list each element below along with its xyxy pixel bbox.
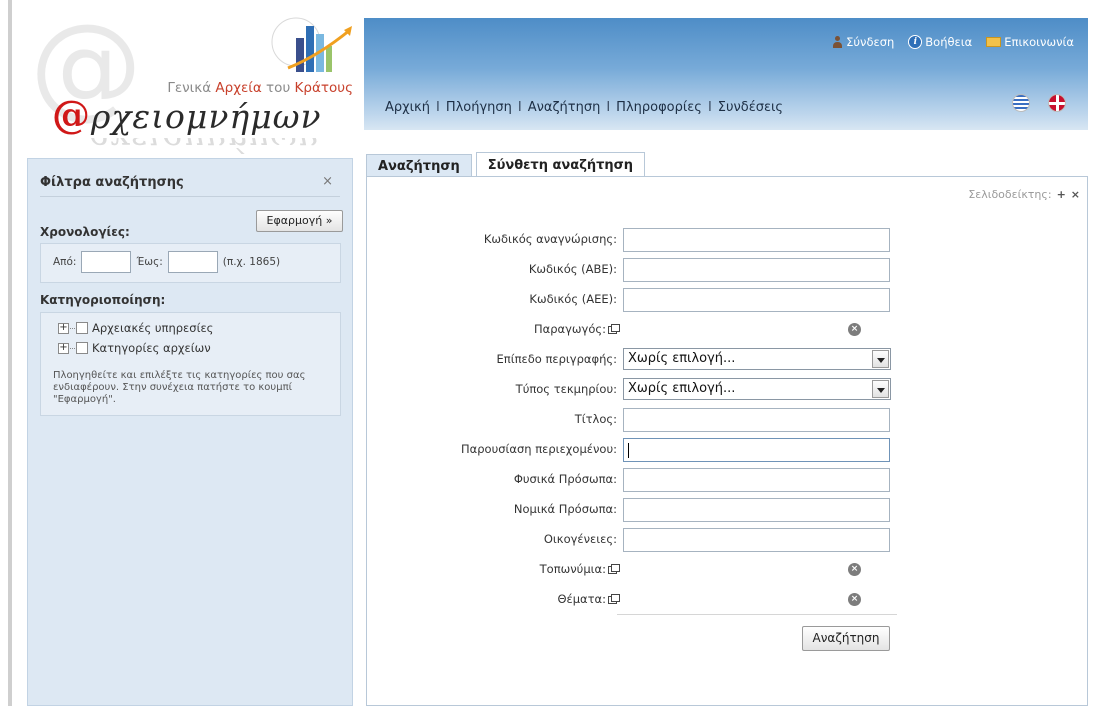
field-label: Επίπεδο περιγραφής: — [496, 352, 617, 366]
add-bookmark-icon[interactable]: + — [1057, 188, 1066, 201]
help-link[interactable]: i Βοήθεια — [908, 35, 972, 49]
clear-icon[interactable]: × — [848, 323, 861, 336]
field-label: Κωδικός (ΑΕΕ): — [529, 292, 617, 306]
to-label: Έως: — [136, 256, 163, 268]
code-aee-input[interactable] — [623, 288, 890, 312]
popup-picker-icon[interactable] — [608, 564, 620, 574]
tree-item-archive-categories[interactable]: + Κατηγορίες αρχείων — [58, 341, 211, 355]
field-label: Τίτλος: — [574, 412, 617, 426]
document-type-select[interactable]: Χωρίς επιλογή... — [623, 378, 891, 400]
legal-persons-input[interactable] — [623, 498, 890, 522]
field-label: Θέματα: — [367, 588, 620, 610]
nav-separator: I — [435, 100, 440, 115]
divider — [617, 614, 897, 615]
search-filters-panel: Φίλτρα αναζήτησης × Εφαρμογή » Χρονολογί… — [27, 158, 353, 706]
date-range: Από: Έως: (π.χ. 1865) — [53, 251, 280, 273]
clear-icon[interactable]: × — [848, 593, 861, 606]
code-abe-input[interactable] — [623, 258, 890, 282]
divider — [40, 196, 340, 197]
nav-browse[interactable]: Πλοήγηση — [446, 100, 512, 115]
content-presentation-input[interactable] — [623, 438, 890, 462]
brand-name: @ρχειομνήμων — [52, 92, 322, 137]
main-nav: Αρχική I Πλοήγηση I Αναζήτηση I Πληροφορ… — [385, 100, 783, 115]
nav-links[interactable]: Συνδέσεις — [718, 100, 783, 115]
families-input[interactable] — [623, 528, 890, 552]
popup-picker-icon[interactable] — [608, 594, 620, 604]
field-label: Κωδικός (ΑΒΕ): — [528, 262, 617, 276]
from-date-input[interactable] — [81, 251, 132, 273]
field-label: Κωδικός αναγνώρισης: — [483, 232, 617, 246]
mail-icon — [986, 37, 1002, 47]
expand-icon[interactable]: + — [58, 342, 69, 354]
search-tabs: Αναζήτηση Σύνθετη αναζήτηση — [366, 152, 646, 179]
dates-heading: Χρονολογίες: — [40, 225, 130, 239]
field-label: Παρουσίαση περιεχομένου: — [461, 442, 617, 456]
field-label: Οικογένειες: — [543, 532, 617, 546]
header-banner: Σύνδεση i Βοήθεια Επικοινωνία Αρχική I Π… — [364, 18, 1088, 130]
field-label: Τοπωνύμια: — [367, 558, 620, 580]
field-label: Νομικά Πρόσωπα: — [513, 502, 617, 516]
nav-search[interactable]: Αναζήτηση — [528, 100, 601, 115]
site-logo[interactable]: @ Γενικά Αρχεία του Κράτους @ρχειομνήμων… — [18, 6, 363, 156]
window-edge — [8, 0, 12, 706]
chevron-down-icon — [872, 350, 889, 368]
chevron-down-icon — [872, 380, 889, 398]
nav-home[interactable]: Αρχική — [385, 100, 430, 115]
close-icon[interactable]: × — [322, 174, 333, 189]
help-icon: i — [908, 35, 923, 49]
greek-flag-icon[interactable] — [1012, 94, 1030, 112]
login-link[interactable]: Σύνδεση — [832, 35, 894, 49]
categorization-box: + Αρχειακές υπηρεσίες + Κατηγορίες αρχεί… — [40, 312, 341, 416]
search-button[interactable]: Αναζήτηση — [802, 626, 890, 651]
field-label: Τύπος τεκμηρίου: — [515, 382, 617, 396]
tab-advanced-search[interactable]: Σύνθετη αναζήτηση — [475, 152, 646, 179]
dates-box: Από: Έως: (π.χ. 1865) — [40, 243, 341, 283]
uk-flag-icon[interactable] — [1048, 94, 1066, 112]
checkbox[interactable] — [76, 322, 88, 334]
title-input[interactable] — [623, 408, 890, 432]
filters-title: Φίλτρα αναζήτησης — [40, 175, 184, 190]
tree-label: Αρχειακές υπηρεσίες — [92, 321, 214, 335]
identifier-code-input[interactable] — [623, 228, 890, 252]
apply-button[interactable]: Εφαρμογή » — [256, 210, 343, 232]
popup-picker-icon[interactable] — [608, 324, 620, 334]
user-icon — [832, 36, 843, 48]
top-links: Σύνδεση i Βοήθεια Επικοινωνία — [832, 35, 1074, 49]
nav-separator: I — [606, 100, 611, 115]
description-level-select[interactable]: Χωρίς επιλογή... — [623, 348, 891, 370]
contact-link[interactable]: Επικοινωνία — [986, 35, 1074, 49]
from-label: Από: — [53, 256, 77, 268]
text-caret — [628, 443, 629, 458]
remove-bookmark-icon[interactable]: × — [1071, 188, 1080, 201]
field-label: Φυσικά Πρόσωπα: — [513, 472, 617, 486]
tree-item-archival-services[interactable]: + Αρχειακές υπηρεσίες — [58, 321, 213, 335]
field-label: Παραγωγός: — [367, 318, 620, 340]
bookmark-bar: Σελιδοδείκτης: + × — [968, 188, 1080, 201]
nav-separator: I — [517, 100, 522, 115]
clear-icon[interactable]: × — [848, 563, 861, 576]
bar-chart-logo-icon — [271, 17, 352, 72]
nav-separator: I — [707, 100, 712, 115]
checkbox[interactable] — [76, 342, 88, 354]
advanced-search-panel: Σελιδοδείκτης: + × Κωδικός αναγνώρισης: … — [366, 176, 1088, 706]
brand-reflection: ρχειομνήμων — [88, 138, 356, 156]
tree-label: Κατηγορίες αρχείων — [92, 341, 211, 355]
nav-info[interactable]: Πληροφορίες — [616, 100, 702, 115]
date-hint: (π.χ. 1865) — [222, 256, 281, 268]
categorization-help-text: Πλοηγηθείτε και επιλέξτε τις κατηγορίες … — [53, 370, 306, 405]
natural-persons-input[interactable] — [623, 468, 890, 492]
to-date-input[interactable] — [167, 251, 218, 273]
categorization-heading: Κατηγοριοποίηση: — [40, 293, 166, 307]
bookmark-label: Σελιδοδείκτης: — [968, 188, 1052, 201]
expand-icon[interactable]: + — [58, 322, 69, 334]
